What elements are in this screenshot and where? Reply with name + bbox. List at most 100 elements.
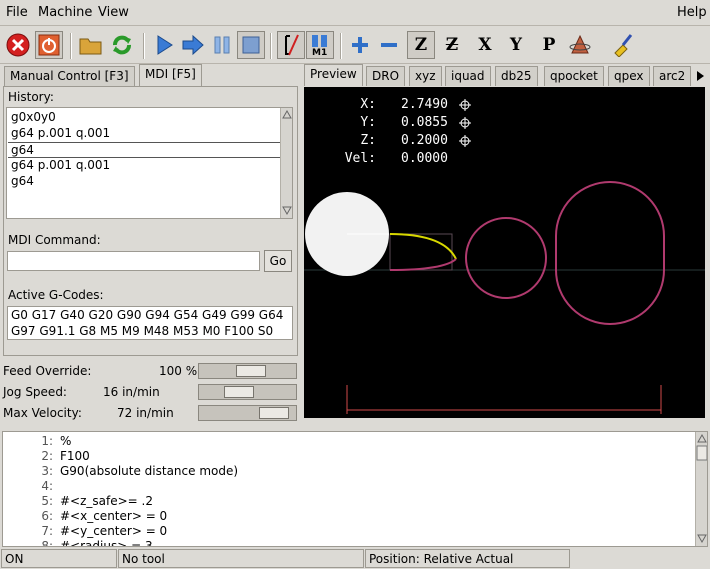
stop-icon[interactable] bbox=[237, 31, 265, 59]
jog-speed-value: 16 in/min bbox=[103, 385, 160, 399]
optional-stop-icon[interactable]: M1 bbox=[306, 31, 334, 59]
feed-override-slider[interactable] bbox=[198, 363, 297, 379]
line-text: #<x_center> = 0 bbox=[60, 509, 168, 523]
step-icon[interactable] bbox=[179, 31, 207, 59]
dro-vel-value: 0.0000 bbox=[401, 151, 448, 166]
line-text: G90(absolute distance mode) bbox=[60, 464, 239, 478]
view-p-icon[interactable]: P bbox=[535, 31, 563, 59]
view-z-icon[interactable]: Z bbox=[407, 31, 435, 59]
zoom-out-icon[interactable] bbox=[375, 31, 403, 59]
dro-y-label: Y: bbox=[360, 115, 376, 130]
view-z2-icon[interactable]: Z bbox=[438, 31, 466, 59]
estop-icon[interactable] bbox=[4, 31, 32, 59]
dro-z-label: Z: bbox=[360, 133, 376, 148]
history-item[interactable]: g64 p.001 q.001 bbox=[11, 126, 110, 140]
jog-speed-label: Jog Speed: bbox=[3, 385, 67, 399]
code-line: 8: #<radius> = 3 bbox=[3, 539, 693, 547]
power-icon[interactable] bbox=[35, 31, 63, 59]
mdi-command-label: MDI Command: bbox=[8, 233, 101, 247]
view-x-label: X bbox=[478, 35, 492, 55]
clear-plot-icon[interactable] bbox=[609, 31, 637, 59]
pause-icon[interactable] bbox=[208, 31, 236, 59]
view-y-icon[interactable]: Y bbox=[502, 31, 530, 59]
dro-z-value: 0.2000 bbox=[401, 133, 448, 148]
code-line: 3: G90(absolute distance mode) bbox=[3, 464, 693, 479]
max-velocity-slider[interactable] bbox=[198, 405, 297, 421]
reload-icon[interactable] bbox=[108, 31, 136, 59]
go-button[interactable]: Go bbox=[264, 250, 292, 272]
dro-vel-label: Vel: bbox=[344, 151, 376, 166]
homed-icon bbox=[459, 99, 471, 147]
line-number: 8: bbox=[41, 539, 53, 547]
line-text: #<y_center> = 0 bbox=[60, 524, 168, 538]
code-scrollbar[interactable] bbox=[695, 432, 707, 546]
line-number: 4: bbox=[41, 479, 53, 493]
tab-iquad[interactable]: iquad bbox=[445, 66, 491, 86]
history-item[interactable]: g64 p.001 q.001 bbox=[11, 158, 110, 172]
history-item-selected[interactable]: g64 bbox=[8, 142, 280, 158]
history-scrollbar[interactable] bbox=[280, 108, 292, 218]
status-position: Position: Relative Actual bbox=[365, 549, 570, 568]
tab-qpocket[interactable]: qpocket bbox=[544, 66, 604, 86]
dro-y-value: 0.0855 bbox=[401, 115, 448, 130]
view-y-label: Y bbox=[509, 35, 523, 55]
menu-machine[interactable]: Machine bbox=[38, 5, 92, 20]
history-item[interactable]: g0x0y0 bbox=[11, 110, 56, 124]
feed-override-thumb[interactable] bbox=[236, 365, 266, 377]
history-item[interactable]: g64 bbox=[11, 174, 34, 188]
open-file-icon[interactable] bbox=[77, 31, 105, 59]
view-x-icon[interactable]: X bbox=[471, 31, 499, 59]
line-number: 1: bbox=[41, 434, 53, 448]
active-gcodes-label: Active G-Codes: bbox=[8, 288, 104, 302]
code-line: 2: F100 bbox=[3, 449, 693, 464]
code-line: 4: bbox=[3, 479, 693, 494]
menu-view[interactable]: View bbox=[98, 5, 129, 20]
tab-qpex[interactable]: qpex bbox=[608, 66, 650, 86]
scroll-arrows-icon bbox=[282, 109, 292, 216]
status-machine: ON bbox=[1, 549, 117, 568]
line-number: 5: bbox=[41, 494, 53, 508]
rotate-view-icon[interactable] bbox=[566, 31, 594, 59]
menu-help[interactable]: Help bbox=[677, 5, 707, 20]
tab-scroll-right-icon[interactable] bbox=[693, 67, 707, 85]
tab-manual-control[interactable]: Manual Control [F3] bbox=[4, 66, 135, 86]
view-p-label: P bbox=[542, 35, 556, 55]
mdi-command-input[interactable] bbox=[7, 251, 260, 271]
run-icon[interactable] bbox=[150, 31, 178, 59]
feed-override-value: 100 % bbox=[159, 364, 198, 378]
line-number: 7: bbox=[41, 524, 53, 538]
jog-speed-thumb[interactable] bbox=[224, 386, 254, 398]
active-gcodes-box: G0 G17 G40 G20 G90 G94 G54 G49 G99 G64 G… bbox=[7, 306, 293, 340]
history-label: History: bbox=[8, 90, 54, 104]
tab-db25[interactable]: db25 bbox=[495, 66, 538, 86]
gcode-text-view[interactable]: 1:% 2: F100 3: G90(absolute distance mode)… bbox=[2, 431, 708, 547]
traverse-path bbox=[389, 233, 457, 260]
view-z2-label: Z bbox=[445, 35, 459, 55]
max-velocity-thumb[interactable] bbox=[259, 407, 289, 419]
tab-xyz[interactable]: xyz bbox=[409, 66, 442, 86]
code-line: 1:% bbox=[3, 434, 693, 449]
line-text: % bbox=[60, 434, 72, 448]
code-line: 6: #<x_center> = 0 bbox=[3, 509, 693, 524]
extents-dimension bbox=[346, 385, 662, 414]
tab-dro[interactable]: DRO bbox=[366, 66, 406, 86]
view-z-label: Z bbox=[414, 35, 428, 55]
dro-x-label: X: bbox=[360, 97, 376, 112]
line-text: F100 bbox=[60, 449, 90, 463]
tab-preview[interactable]: Preview bbox=[304, 64, 363, 86]
code-line: 7: #<y_center> = 0 bbox=[3, 524, 693, 539]
tab-arc2[interactable]: arc2 bbox=[653, 66, 692, 86]
line-number: 6: bbox=[41, 509, 53, 523]
active-gcodes-line: G0 G17 G40 G20 G90 G94 G54 G49 G99 G64 bbox=[11, 308, 284, 322]
menu-file[interactable]: File bbox=[6, 5, 28, 20]
history-list[interactable]: g0x0y0 g64 p.001 q.001 g64 g64 p.001 q.0… bbox=[6, 107, 293, 219]
zoom-in-icon[interactable] bbox=[346, 31, 374, 59]
block-delete-icon[interactable] bbox=[277, 31, 305, 59]
line-number: 3: bbox=[41, 464, 53, 478]
code-scroll-arrows-icon bbox=[696, 433, 707, 544]
feed-entry-path bbox=[389, 258, 457, 271]
preview-canvas[interactable]: X: 2.7490 Y: 0.0855 Z: 0.2000 Vel: 0.000… bbox=[304, 87, 705, 418]
tab-mdi[interactable]: MDI [F5] bbox=[139, 64, 202, 86]
feed-override-label: Feed Override: bbox=[3, 364, 92, 378]
jog-speed-slider[interactable] bbox=[198, 384, 297, 400]
